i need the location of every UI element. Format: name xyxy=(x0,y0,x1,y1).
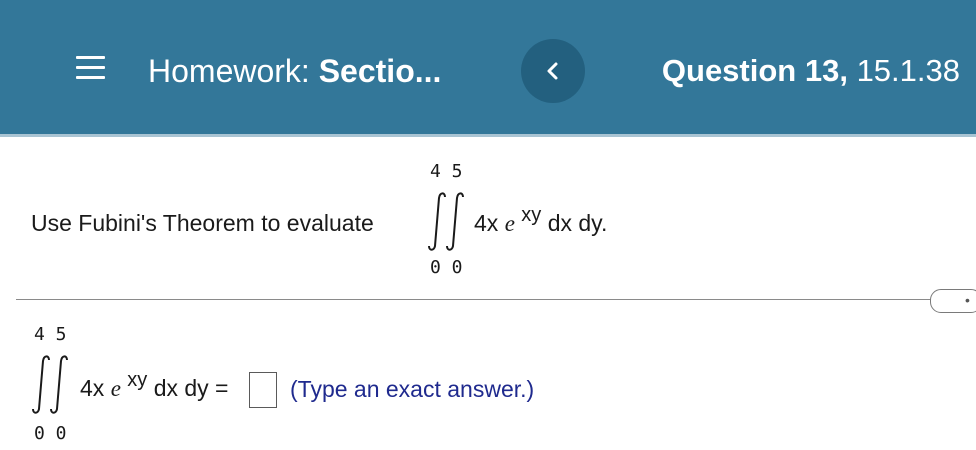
integrand-coefficient: 4x xyxy=(474,210,499,236)
integrand-base: e xyxy=(504,211,515,236)
section-divider xyxy=(16,299,946,300)
integrand-exponent: xy xyxy=(521,204,542,226)
more-dots-icon: • xyxy=(965,292,971,308)
answer-integrand: 4x e xy dx dy = xyxy=(80,369,229,404)
problem-upper-limits: 4 5 xyxy=(430,161,463,182)
problem-lower-limits: 0 0 xyxy=(430,257,463,278)
problem-prompt: Use Fubini's Theorem to evaluate xyxy=(31,210,374,236)
answer-integrand-base: e xyxy=(110,376,121,401)
question-label: Question 13, 15.1.38 xyxy=(662,52,960,90)
top-bar: Homework: Sectio... Question 13, 15.1.38 xyxy=(0,0,976,137)
question-id: 15.1.38 xyxy=(856,53,960,88)
chevron-left-icon xyxy=(547,62,558,80)
homework-name: Sectio... xyxy=(318,53,442,89)
answer-double-integral-icon xyxy=(32,355,68,414)
answer-upper-limits: 4 5 xyxy=(34,324,67,345)
answer-hint: (Type an exact answer.) xyxy=(290,376,535,402)
question-number: Question 13, xyxy=(661,53,848,88)
problem-integrand: 4x e xy dx dy. xyxy=(474,204,608,239)
expand-toggle-button[interactable]: • xyxy=(930,289,976,313)
double-integral-icon xyxy=(428,192,464,251)
answer-integrand-exponent: xy xyxy=(127,369,148,391)
previous-question-button[interactable] xyxy=(521,39,585,103)
homework-prefix: Homework: xyxy=(148,53,310,89)
answer-input[interactable] xyxy=(249,372,277,408)
hamburger-menu-icon[interactable] xyxy=(76,56,105,80)
integrand-differentials: dx dy. xyxy=(547,210,608,236)
answer-differentials-equals: dx dy = xyxy=(153,375,229,401)
answer-integrand-coefficient: 4x xyxy=(80,375,105,401)
homework-title[interactable]: Homework: Sectio... xyxy=(148,52,441,90)
answer-lower-limits: 0 0 xyxy=(34,423,67,444)
